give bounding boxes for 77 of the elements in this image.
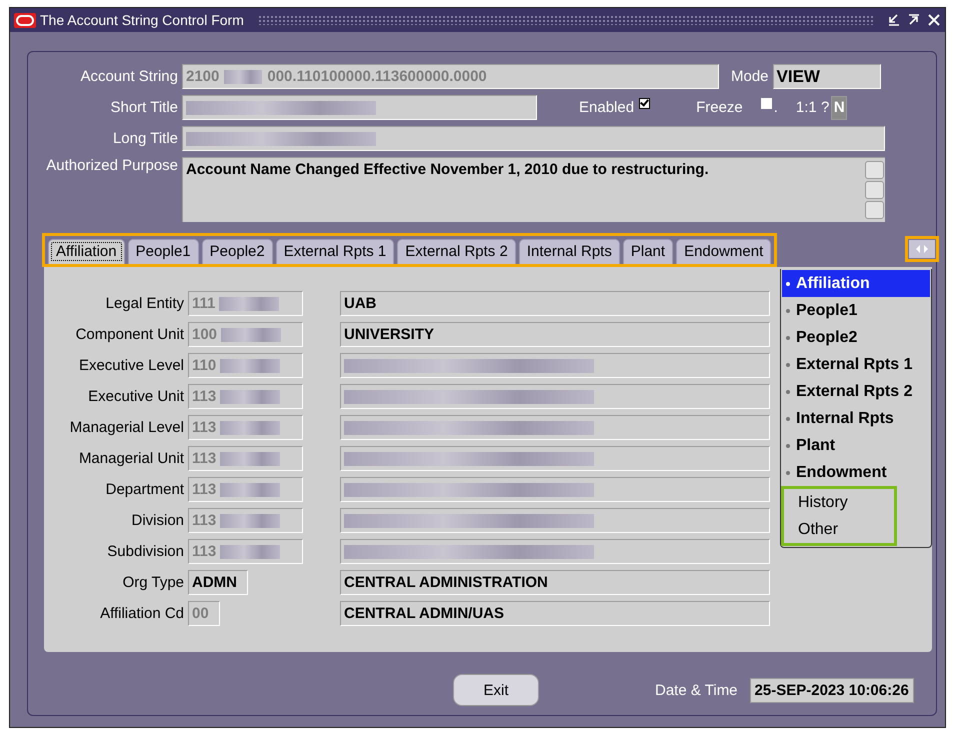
- field-label: Subdivision: [106, 543, 184, 560]
- description-field[interactable]: [340, 446, 770, 471]
- field-label: Executive Level: [78, 357, 184, 374]
- description-field[interactable]: [340, 539, 770, 564]
- bullet-icon: [786, 282, 790, 286]
- field-label: Freeze: [696, 99, 743, 116]
- description-field[interactable]: CENTRAL ADMIN/UAS: [340, 601, 770, 626]
- field-label: Component Unit: [74, 326, 184, 343]
- field-label: Mode: [731, 68, 769, 85]
- tab[interactable]: People2: [202, 239, 273, 264]
- field-label: Department: [104, 481, 184, 498]
- description-field[interactable]: [340, 477, 770, 502]
- menu-item[interactable]: People1: [782, 297, 930, 324]
- bullet-icon: [786, 390, 790, 394]
- long-title-field[interactable]: [182, 126, 885, 151]
- menu-item[interactable]: External Rpts 2: [782, 378, 930, 405]
- window-title: The Account String Control Form: [40, 12, 244, 28]
- app-logo-icon: [14, 12, 36, 28]
- field-label: Executive Unit: [87, 388, 184, 405]
- field-label: .: [774, 99, 778, 116]
- menu-item[interactable]: Endowment: [782, 459, 930, 486]
- field-label: Short Title: [109, 99, 178, 116]
- menu-item[interactable]: People2: [782, 324, 930, 351]
- field-label: Authorized Purpose: [45, 157, 178, 174]
- menu-item[interactable]: Affiliation: [782, 270, 930, 297]
- field-label: Date & Time: [655, 682, 738, 698]
- tab[interactable]: Endowment: [676, 239, 772, 264]
- description-field[interactable]: [340, 384, 770, 409]
- left-right-arrows-icon: [914, 244, 930, 254]
- description-field[interactable]: [340, 415, 770, 440]
- bullet-icon: [786, 444, 790, 448]
- menu-item[interactable]: Internal Rpts: [782, 405, 930, 432]
- field-label: Enabled: [579, 99, 634, 116]
- close-icon[interactable]: [927, 13, 941, 27]
- tab[interactable]: Internal Rpts: [518, 239, 620, 264]
- bullet-icon: [786, 470, 790, 474]
- description-field[interactable]: [340, 508, 770, 533]
- description-field[interactable]: UNIVERSITY: [340, 322, 770, 347]
- description-field[interactable]: UAB: [340, 291, 770, 316]
- field-value: 000.110100000.113600000.0000: [267, 68, 487, 85]
- field-label: Org Type: [122, 574, 184, 591]
- exit-button[interactable]: Exit: [453, 674, 539, 706]
- field-label: Account String: [79, 68, 178, 85]
- field-value: 2100: [186, 68, 220, 85]
- code-field[interactable]: ADMN: [188, 570, 248, 595]
- bullet-icon: [786, 336, 790, 340]
- field-label: Division: [130, 512, 184, 529]
- field-label: Legal Entity: [104, 295, 184, 312]
- checkbox[interactable]: [639, 98, 650, 109]
- bullet-icon: [786, 308, 790, 312]
- short-title-field[interactable]: [182, 95, 537, 120]
- field-value: Account Name Changed Effective November 1, 2010 due to restructuring.: [186, 161, 709, 180]
- tab[interactable]: People1: [128, 239, 199, 264]
- authorized-purpose-field[interactable]: Account Name Changed Effective November 1, 2010 due to restructuring.: [182, 157, 885, 222]
- bullet-icon: [786, 362, 790, 366]
- tab[interactable]: Affiliation: [48, 239, 125, 264]
- mode-field[interactable]: VIEW: [772, 64, 881, 89]
- menu-item[interactable]: History: [784, 489, 894, 516]
- tab[interactable]: External Rpts 1: [276, 239, 394, 264]
- bullet-icon: [786, 416, 790, 420]
- tab[interactable]: External Rpts 2: [397, 239, 516, 264]
- menu-item[interactable]: Other: [784, 516, 894, 543]
- description-field[interactable]: CENTRAL ADMINISTRATION: [340, 570, 770, 595]
- field-label: Affiliation Cd: [99, 605, 184, 622]
- field-label: Managerial Level: [68, 419, 184, 436]
- description-field[interactable]: [340, 353, 770, 378]
- date-time-field[interactable]: 25-SEP-2023 10:06:26: [750, 678, 914, 702]
- minimize-icon[interactable]: [887, 13, 901, 27]
- menu-item[interactable]: Plant: [782, 432, 930, 459]
- field-label: 1:1 ?: [796, 99, 830, 116]
- field-label: Managerial Unit: [78, 450, 184, 467]
- field-label: Long Title: [112, 130, 178, 147]
- tab[interactable]: Plant: [622, 239, 674, 264]
- menu-item[interactable]: External Rpts 1: [782, 351, 930, 378]
- tab-scroll-button[interactable]: [909, 240, 935, 258]
- maximize-icon[interactable]: [907, 13, 921, 27]
- vertical-scrollbar[interactable]: [865, 161, 884, 222]
